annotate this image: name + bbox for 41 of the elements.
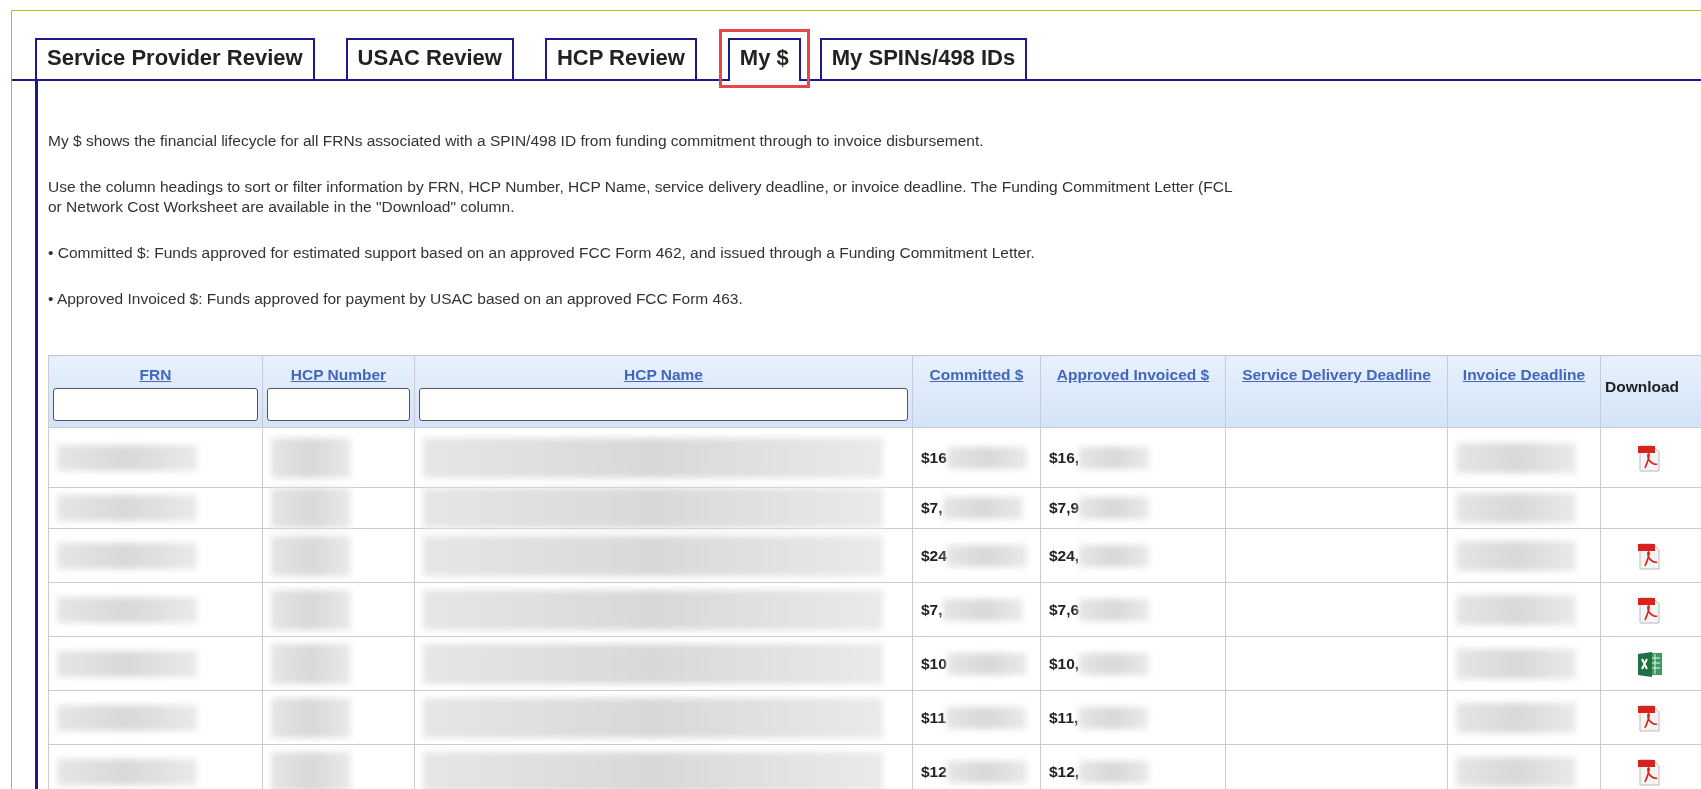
filter-field[interactable] (419, 388, 908, 421)
column-header: Download (1605, 378, 1680, 396)
paragraph: • Approved Invoiced $: Funds approved for payment by USAC based on an approved FCC Form 463. (48, 289, 744, 309)
tab[interactable]: My SPINs/498 IDs (819, 38, 1028, 79)
pdf-file-icon[interactable] (1637, 703, 1661, 732)
amount-text: $16 (921, 447, 947, 468)
amount-text: $11 (921, 707, 946, 728)
paragraph: or Network Cost Worksheet are available in the "Download" column. (48, 197, 516, 217)
amount-text: $10, (1049, 653, 1080, 674)
amount-text: $24, (1049, 545, 1080, 566)
amount-text: $10 (921, 653, 947, 674)
amount-text: $7,9 (1049, 498, 1080, 519)
amount-text: $12 (921, 761, 947, 782)
amount-text: $7, (921, 498, 943, 519)
amount-text: $7,6 (1049, 599, 1080, 620)
tab[interactable]: USAC Review (345, 38, 514, 79)
tab[interactable]: Service Provider Review (35, 38, 315, 79)
pdf-file-icon[interactable] (1637, 595, 1661, 624)
amount-text: $11, (1049, 707, 1079, 728)
amount-text: $16, (1049, 447, 1080, 468)
column-sort-link[interactable]: Approved Invoiced $ (1056, 366, 1210, 383)
paragraph: • Committed $: Funds approved for estimated support based on an approved FCC Form 462, and issued through a Funding Commitment Letter. (48, 243, 1036, 263)
paragraph: Use the column headings to sort or filter information by FRN, HCP Number, HCP Name, service delivery deadline, or invoice deadline. The Funding Commitment Letter (FCL (48, 177, 1234, 197)
amount-text: $12, (1049, 761, 1080, 782)
column-sort-link[interactable]: Service Delivery Deadline (1242, 366, 1431, 383)
filter-field[interactable] (53, 388, 258, 421)
amount-text: $7, (921, 599, 943, 620)
column-sort-link[interactable]: FRN (139, 366, 172, 383)
paragraph: My $ shows the financial lifecycle for all FRNs associated with a SPIN/498 ID from funding commitment through to invoice disbursement. (48, 131, 985, 151)
amount-text: $24 (921, 545, 947, 566)
column-sort-link[interactable]: HCP Name (624, 366, 703, 383)
filter-field[interactable] (267, 388, 410, 421)
column-sort-link[interactable]: HCP Number (290, 366, 387, 383)
tab[interactable]: My $ (727, 38, 801, 81)
pdf-file-icon[interactable] (1637, 757, 1661, 786)
column-sort-link[interactable]: Committed $ (929, 366, 1024, 383)
column-sort-link[interactable]: Invoice Deadline (1462, 366, 1586, 383)
tab[interactable]: HCP Review (544, 38, 697, 79)
pdf-file-icon[interactable] (1637, 443, 1661, 472)
pdf-file-icon[interactable] (1637, 541, 1661, 570)
excel-file-icon[interactable] (1637, 649, 1663, 678)
